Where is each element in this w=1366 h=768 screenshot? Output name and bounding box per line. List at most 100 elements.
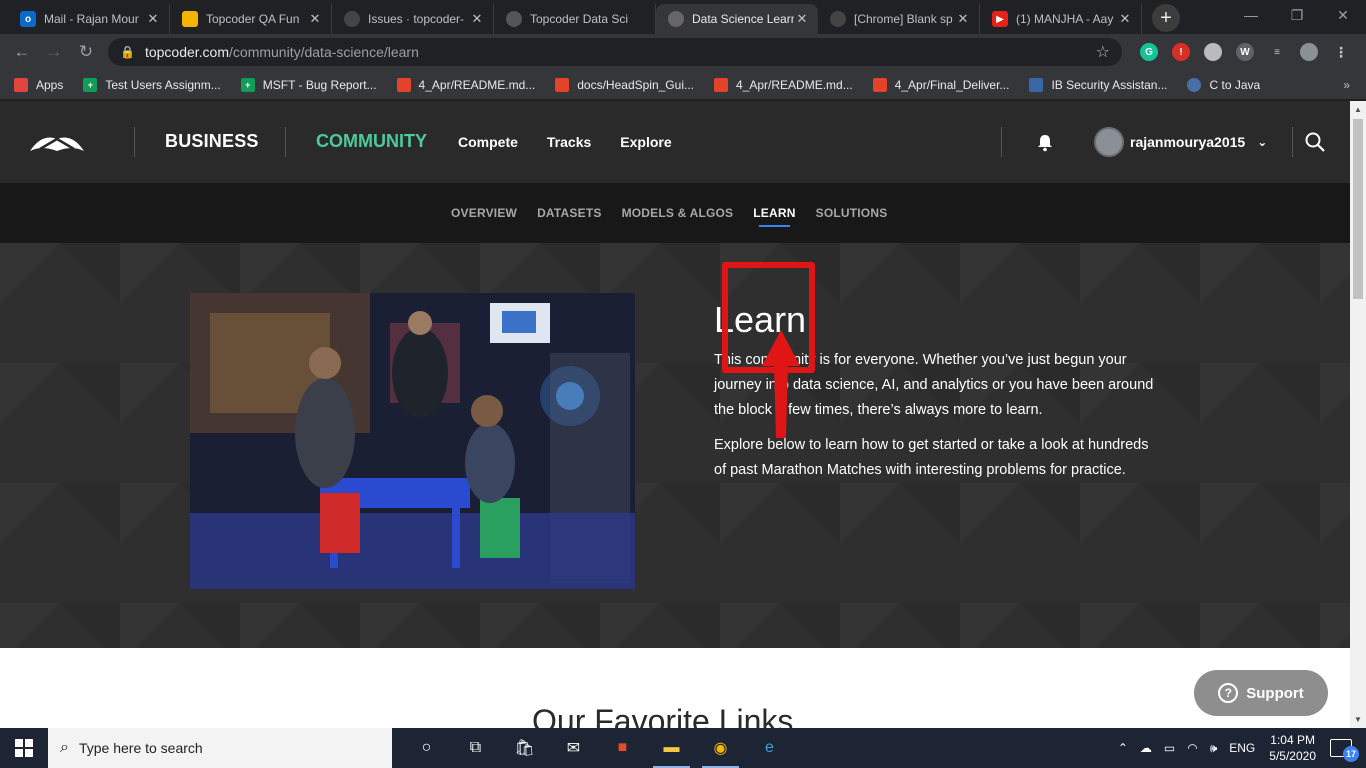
subnav-overview[interactable]: OVERVIEW [451, 206, 517, 220]
browser-tab[interactable]: ▶ (1) MANJHA - Aay ✕ [980, 4, 1142, 34]
bookmarks-overflow-icon[interactable]: » [1343, 78, 1350, 92]
close-icon[interactable]: ✕ [469, 11, 485, 27]
back-icon[interactable]: ← [6, 42, 38, 62]
forward-icon[interactable]: → [38, 42, 70, 62]
mail-icon[interactable]: ✉ [549, 728, 598, 768]
profile-avatar[interactable] [1300, 43, 1318, 61]
close-icon[interactable]: ✕ [955, 11, 971, 27]
volume-icon[interactable]: 🕪 [1210, 741, 1218, 756]
bookmark-item[interactable]: IB Security Assistan... [1029, 77, 1167, 92]
username: rajanmourya2015 [1130, 134, 1246, 150]
minimize-icon[interactable]: — [1228, 0, 1274, 30]
section-heading: Our Favorite Links [532, 703, 794, 728]
browser-tab[interactable]: Topcoder Data Sci [494, 4, 656, 34]
support-button[interactable]: ? Support [1194, 670, 1328, 716]
bookmark-label: Apps [36, 77, 64, 92]
community-link[interactable]: COMMUNITY [316, 131, 427, 152]
chrome-icon[interactable]: ◉ [696, 728, 745, 768]
bookmark-label: docs/HeadSpin_Gui... [577, 77, 694, 92]
subnav-datasets[interactable]: DATASETS [537, 206, 602, 220]
grammarly-icon[interactable]: G [1140, 43, 1158, 61]
bookmark-item[interactable]: 4_Apr/README.md... [396, 77, 535, 92]
extension-w-icon[interactable]: W [1236, 43, 1254, 61]
url-path: /community/data-science/learn [229, 44, 419, 60]
close-icon[interactable]: ✕ [794, 11, 810, 27]
search-icon[interactable] [1304, 131, 1326, 153]
bookmark-item[interactable]: + MSFT - Bug Report... [240, 77, 377, 92]
bookmark-item[interactable]: Apps [14, 77, 64, 92]
menu-dots-icon[interactable]: ⋮ [1332, 43, 1350, 61]
notification-center-icon[interactable]: 17 [1330, 739, 1359, 762]
cortana-icon[interactable]: ○ [402, 728, 451, 768]
new-tab-button[interactable]: + [1152, 4, 1180, 32]
browser-tab[interactable]: o Mail - Rajan Mour ✕ [8, 4, 170, 34]
edge-icon[interactable]: e [745, 728, 794, 768]
nav-compete[interactable]: Compete [458, 134, 518, 150]
browser-tab[interactable]: Topcoder QA Fun ✕ [170, 4, 332, 34]
business-link[interactable]: BUSINESS [165, 131, 259, 152]
windows-start-icon[interactable] [0, 728, 48, 768]
header-divider [134, 127, 135, 157]
browser-tab[interactable]: Issues · topcoder- ✕ [332, 4, 494, 34]
hero-photo [190, 293, 635, 589]
bookmark-item[interactable]: C to Java [1187, 77, 1260, 92]
tab-title: [Chrome] Blank sp [854, 12, 953, 26]
clock[interactable]: 1:04 PM 5/5/2020 [1269, 732, 1316, 764]
bookmark-item[interactable]: + Test Users Assignm... [83, 77, 221, 92]
subnav-solutions[interactable]: SOLUTIONS [816, 206, 888, 220]
task-view-icon[interactable]: ⧉ [451, 728, 500, 768]
sheets-icon: + [240, 77, 255, 92]
bookmark-item[interactable]: 4_Apr/Final_Deliver... [872, 77, 1009, 92]
taskbar-search[interactable]: ⌕ Type here to search [48, 728, 392, 768]
bookmark-item[interactable]: docs/HeadSpin_Gui... [555, 77, 694, 92]
extensions: G ! W ≡ ⋮ [1140, 43, 1350, 61]
store-icon[interactable]: 🛍 [500, 728, 549, 768]
system-tray: ⌃ ☁ ▭ ◠ 🕪 ENG 1:04 PM 5/5/2020 17 [1112, 728, 1366, 768]
wifi-icon[interactable]: ◠ [1187, 741, 1197, 755]
scroll-down-icon[interactable]: ▼ [1350, 715, 1366, 724]
chevron-up-icon[interactable]: ⌃ [1118, 741, 1128, 755]
media-queue-icon[interactable]: ≡ [1268, 43, 1286, 61]
topcoder-logo-icon[interactable] [28, 131, 86, 155]
tab-title: Topcoder Data Sci [530, 12, 629, 26]
tab-title: Mail - Rajan Mour [44, 12, 139, 26]
battery-icon[interactable]: ▭ [1164, 741, 1175, 755]
scroll-thumb[interactable] [1353, 119, 1363, 299]
tab-strip: o Mail - Rajan Mour ✕ Topcoder QA Fun ✕ … [0, 0, 1366, 34]
onedrive-icon[interactable]: ☁ [1140, 741, 1152, 755]
subnav-models-algos[interactable]: MODELS & ALGOS [622, 206, 734, 220]
subnav-learn[interactable]: LEARN [753, 206, 795, 227]
reload-icon[interactable]: ↻ [70, 42, 102, 62]
language-indicator[interactable]: ENG [1229, 741, 1255, 755]
globe-icon [1187, 77, 1202, 92]
file-explorer-icon[interactable]: ▬ [647, 728, 696, 768]
support-label: Support [1246, 684, 1304, 702]
extension-red-icon[interactable]: ! [1172, 43, 1190, 61]
site-header: BUSINESS COMMUNITY Compete Tracks Explor… [0, 101, 1350, 183]
close-icon[interactable]: ✕ [307, 11, 323, 27]
bookmark-star-icon[interactable]: ☆ [1096, 42, 1110, 62]
office-icon[interactable]: ■ [598, 728, 647, 768]
bell-icon[interactable] [1036, 134, 1054, 152]
tab-title: (1) MANJHA - Aay [1016, 12, 1114, 26]
scroll-up-icon[interactable]: ▲ [1350, 105, 1366, 114]
bookmark-item[interactable]: 4_Apr/README.md... [714, 77, 853, 92]
nav-explore[interactable]: Explore [620, 134, 671, 150]
main-nav: Compete Tracks Explore [458, 134, 672, 150]
address-bar[interactable]: 🔒 topcoder.com/community/data-science/le… [108, 38, 1122, 66]
extension-circle-icon[interactable] [1204, 43, 1222, 61]
bookmark-label: 4_Apr/README.md... [736, 77, 853, 92]
close-icon[interactable]: ✕ [145, 11, 161, 27]
close-icon[interactable]: ✕ [1117, 11, 1133, 27]
browser-tab[interactable]: [Chrome] Blank sp ✕ [818, 4, 980, 34]
taskbar-apps: ○ ⧉ 🛍 ✉ ■ ▬ ◉ e [402, 728, 794, 768]
close-window-icon[interactable]: ✕ [1320, 0, 1366, 30]
github-icon [830, 11, 846, 27]
nav-tracks[interactable]: Tracks [547, 134, 591, 150]
user-menu[interactable]: rajanmourya2015 ⌄ [1094, 127, 1267, 157]
browser-tab-active[interactable]: Data Science Learn ✕ [656, 4, 818, 34]
restore-icon[interactable]: ❐ [1274, 0, 1320, 30]
window-controls: — ❐ ✕ [1228, 0, 1366, 30]
page-scrollbar[interactable]: ▲ ▼ [1350, 101, 1366, 728]
bookmarks-bar: Apps + Test Users Assignm... + MSFT - Bug … [0, 70, 1366, 100]
